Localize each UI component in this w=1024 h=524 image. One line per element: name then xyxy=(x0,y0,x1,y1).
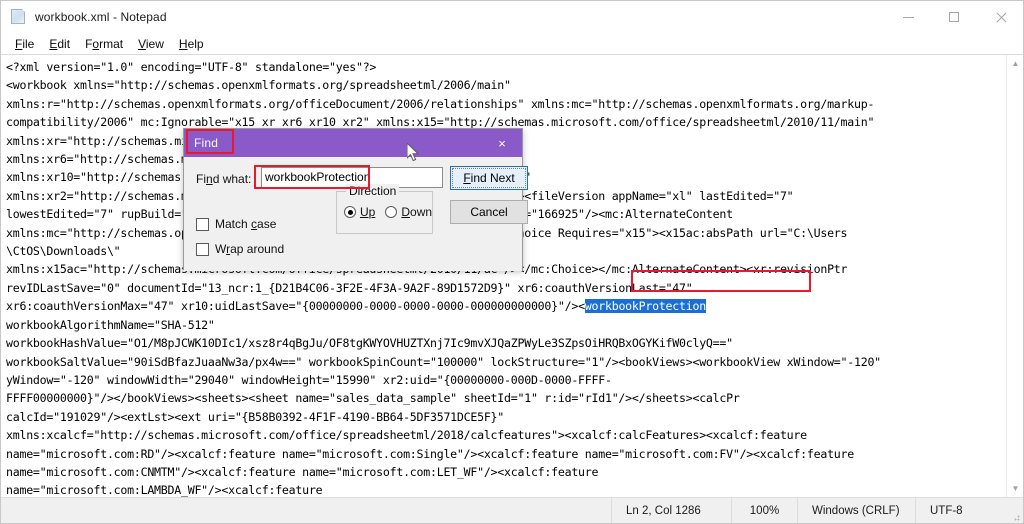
direction-legend: Direction xyxy=(346,184,400,198)
menu-format-rest: rmat xyxy=(99,36,124,51)
direction-group: Direction Up Down xyxy=(336,184,433,234)
code-line: workbookHashValue="O1/M8pJCWK10DIc1/xsz8… xyxy=(6,336,733,351)
match-open-bracket: < xyxy=(578,299,585,314)
menu-help-rest: elp xyxy=(187,36,204,51)
text-surface[interactable]: <?xml version="1.0" encoding="UTF-8" sta… xyxy=(1,55,1006,497)
menu-format[interactable]: Format xyxy=(78,36,131,52)
vertical-scrollbar[interactable]: ▲ ▼ xyxy=(1006,55,1023,497)
direction-radio-up[interactable]: Up xyxy=(344,205,375,219)
maximize-button[interactable] xyxy=(931,1,977,33)
status-encoding: UTF-8 xyxy=(915,497,1007,523)
menu-help[interactable]: Help xyxy=(172,36,212,52)
code-line: revIDLastSave="0" documentId="13_ncr:1_{… xyxy=(6,280,693,295)
direction-up-label: Up xyxy=(360,205,376,219)
direction-radio-row: Up Down xyxy=(344,205,432,219)
scroll-down-icon[interactable]: ▼ xyxy=(1007,480,1023,497)
code-line: workbookAlgorithmName="SHA-512" xyxy=(6,317,215,332)
menu-edit-rest: dit xyxy=(57,36,71,51)
minimize-button[interactable] xyxy=(885,1,931,33)
menu-view-rest: iew xyxy=(145,36,164,51)
find-dialog-close-button[interactable]: × xyxy=(482,129,522,157)
scrollbar-thumb[interactable] xyxy=(1009,73,1022,373)
find-dialog-body: Find what: workbookProtection Find Next … xyxy=(184,157,528,271)
title-bar: workbook.xml - Notepad xyxy=(1,1,1023,33)
status-bar: Ln 2, Col 1286 100% Windows (CRLF) UTF-8 xyxy=(1,497,1023,523)
code-line: <?xml version="1.0" encoding="UTF-8" sta… xyxy=(6,60,377,74)
scroll-up-icon[interactable]: ▲ xyxy=(1007,55,1023,72)
menu-bar: File Edit Format View Help xyxy=(1,33,1023,54)
code-line: xmlns:xcalcf="http://schemas.microsoft.c… xyxy=(6,428,807,443)
close-icon xyxy=(995,12,1006,23)
code-line-with-match: xr6:coauthVersionMax="47" xr10:uidLastSa… xyxy=(6,297,1006,315)
window-title: workbook.xml - Notepad xyxy=(35,10,167,24)
notepad-window: workbook.xml - Notepad File Edit Format … xyxy=(0,0,1024,524)
checkbox-unchecked-icon xyxy=(196,242,209,256)
wrap-around-checkbox[interactable]: Wrap around xyxy=(196,242,284,256)
status-cursor-position: Ln 2, Col 1286 xyxy=(611,497,731,523)
code-line-prefix: xr6:coauthVersionMax="47" xr10:uidLastSa… xyxy=(6,299,579,314)
menu-file[interactable]: File xyxy=(8,36,42,52)
maximize-icon xyxy=(949,12,959,22)
code-line: workbookSaltValue="90iSdBfazJuaaNw3a/px4… xyxy=(6,354,881,369)
find-dialog-title-bar: Find × xyxy=(184,129,522,157)
radio-unselected-icon xyxy=(385,206,398,218)
menu-view[interactable]: View xyxy=(131,36,172,52)
found-match-highlight: workbookProtection xyxy=(584,299,706,314)
match-case-label: Match case xyxy=(215,217,277,231)
code-line: name="microsoft.com:CNMTM"/><xcalcf:feat… xyxy=(6,464,599,479)
wrap-around-label: Wrap around xyxy=(215,242,285,256)
radio-selected-icon xyxy=(344,206,356,218)
text-editor[interactable]: <?xml version="1.0" encoding="UTF-8" sta… xyxy=(1,54,1023,497)
code-line: yWindow="-120" windowWidth="29040" windo… xyxy=(6,372,612,387)
code-line: calcId="191029"/><extLst><ext uri="{B58B… xyxy=(6,409,505,424)
find-dialog-title: Find xyxy=(194,136,219,150)
code-line: FFFF00000000}"/></bookViews><sheets><she… xyxy=(6,391,740,406)
find-next-button[interactable]: Find Next xyxy=(450,166,528,190)
status-zoom-level[interactable]: 100% xyxy=(731,497,797,523)
resize-grip[interactable] xyxy=(1007,498,1023,524)
direction-down-label: Down xyxy=(401,205,433,219)
find-dialog: Find × Find what: workbookProtection Fin… xyxy=(183,128,528,271)
code-line: xmlns:r="http://schemas.openxmlformats.o… xyxy=(6,96,875,111)
menu-edit[interactable]: Edit xyxy=(42,36,78,52)
cancel-button[interactable]: Cancel xyxy=(450,200,528,224)
find-next-label-rest: ind Next xyxy=(470,171,515,185)
checkbox-unchecked-icon xyxy=(196,217,209,231)
code-line: <workbook xmlns="http://schemas.openxmlf… xyxy=(6,78,511,93)
direction-radio-down[interactable]: Down xyxy=(385,205,432,219)
window-controls xyxy=(885,1,1023,33)
find-what-label: Find what: xyxy=(196,172,252,186)
menu-file-rest: ile xyxy=(22,36,35,51)
code-line: name="microsoft.com:RD"/><xcalcf:feature… xyxy=(6,446,854,461)
notepad-document-icon xyxy=(11,9,27,25)
match-case-checkbox[interactable]: Match case xyxy=(196,217,276,231)
minimize-icon xyxy=(902,16,914,18)
code-line: name="microsoft.com:LAMBDA_WF"/><xcalcf:… xyxy=(6,483,323,497)
close-button[interactable] xyxy=(977,1,1023,33)
status-line-ending: Windows (CRLF) xyxy=(797,497,915,523)
